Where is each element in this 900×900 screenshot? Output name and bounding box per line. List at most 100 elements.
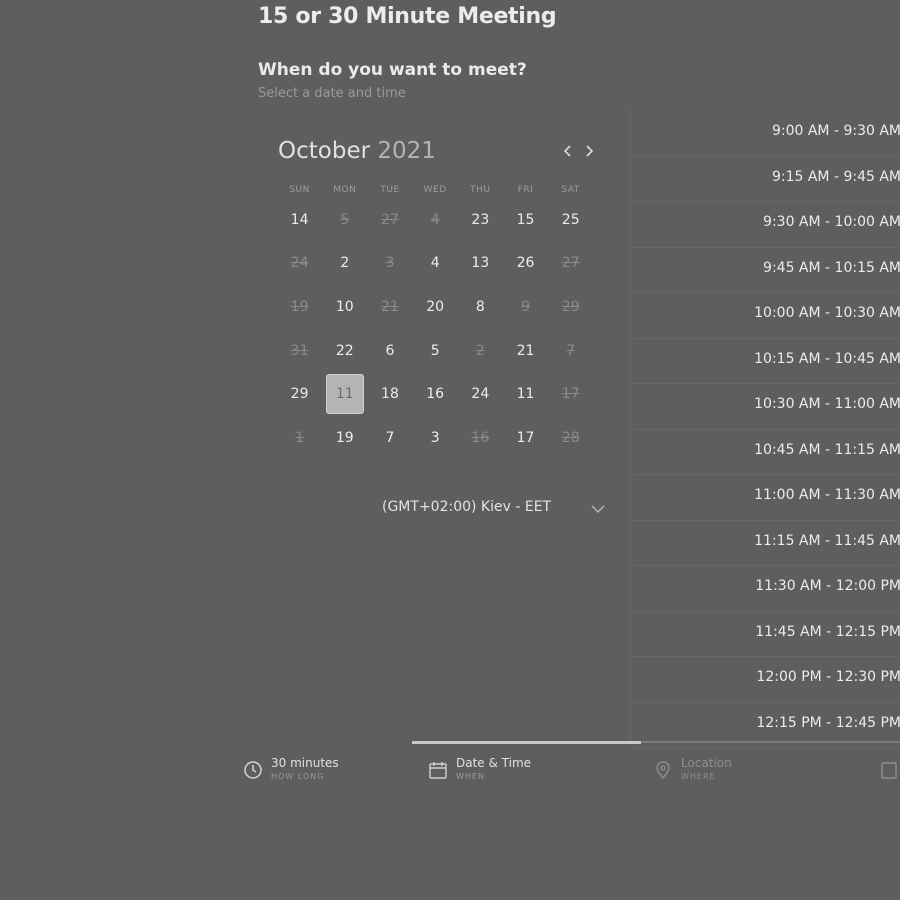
time-slot-label: 9:15 AM - 9:45 AM xyxy=(771,168,900,185)
calendar-day-number: 1 xyxy=(295,429,305,446)
time-slot[interactable]: 10:15 AM - 10:45 AM xyxy=(633,338,900,384)
prev-month-button[interactable] xyxy=(558,140,578,162)
time-slot[interactable]: 10:45 AM - 11:15 AM xyxy=(633,429,900,475)
calendar-day-number: 7 xyxy=(385,429,395,446)
calendar-day-number: 5 xyxy=(340,211,350,228)
calendar-day[interactable]: 18 xyxy=(367,372,412,416)
weekday-label: MON xyxy=(333,185,357,195)
weekday-label: WED xyxy=(423,185,447,195)
calendar-day: 1 xyxy=(277,416,322,460)
details-icon xyxy=(881,762,897,779)
calendar-day[interactable]: 24 xyxy=(458,372,503,416)
calendar-day[interactable]: 25 xyxy=(548,198,593,242)
time-slot-label: 9:30 AM - 10:00 AM xyxy=(763,214,900,230)
calendar-day[interactable]: 23 xyxy=(458,198,503,242)
calendar-day[interactable]: 14 xyxy=(277,198,322,242)
calendar-day[interactable]: 22 xyxy=(322,329,367,373)
calendar-day: 16 xyxy=(458,416,503,460)
calendar-day-number: 8 xyxy=(475,298,485,315)
chevron-down-icon xyxy=(591,505,605,513)
time-slot[interactable]: 10:30 AM - 11:00 AM xyxy=(633,383,900,430)
time-slot[interactable]: 9:30 AM - 10:00 AM xyxy=(633,201,900,248)
calendar-day[interactable]: 16 xyxy=(413,372,458,416)
calendar-day-number: 27 xyxy=(381,211,399,228)
time-slot-label: 10:30 AM - 11:00 AM xyxy=(754,396,900,412)
calendar-day: 24 xyxy=(277,242,322,286)
weekday-label: THU xyxy=(470,185,491,195)
chevron-left-icon xyxy=(563,145,571,157)
calendar-day: 29 xyxy=(548,285,593,329)
calendar-day-number: 2 xyxy=(340,255,350,272)
calendar-grid: 14 5 27 4 23 15 25 24 2 3 4 13 26 27 19 10 21 20 8 9 29 31 22 6… xyxy=(277,198,593,460)
time-slot[interactable]: 10:00 AM - 10:30 AM xyxy=(633,292,900,339)
helper-text: Select a date and time xyxy=(258,86,406,101)
calendar-day[interactable]: 17 xyxy=(503,416,548,460)
calendar-day: 21 xyxy=(367,285,412,329)
calendar-day-number: 3 xyxy=(385,255,395,272)
calendar-day[interactable]: 4 xyxy=(413,242,458,286)
calendar-day[interactable]: 2 xyxy=(322,242,367,286)
location-icon xyxy=(656,761,670,780)
calendar-day[interactable]: 8 xyxy=(458,285,503,329)
calendar-day-number: 11 xyxy=(516,386,535,403)
calendar-day-number: 26 xyxy=(516,255,535,272)
next-month-button[interactable] xyxy=(579,140,599,162)
time-slot[interactable]: 11:00 AM - 11:30 AM xyxy=(633,474,900,521)
calendar-day[interactable]: 10 xyxy=(322,285,367,329)
timezone-value: (GMT+02:00) Kiev - EET xyxy=(382,499,552,515)
calendar-day[interactable]: 5 xyxy=(413,329,458,373)
calendar-day-number: 4 xyxy=(430,255,440,272)
time-slot-label: 11:00 AM - 11:30 AM xyxy=(754,487,900,503)
calendar-day[interactable]: 7 xyxy=(367,416,412,460)
calendar-day[interactable]: 19 xyxy=(322,416,367,460)
page-title: 15 or 30 Minute Meeting xyxy=(258,4,557,29)
calendar-day-number: 9 xyxy=(521,298,530,315)
time-slot-label: 10:00 AM - 10:30 AM xyxy=(754,305,900,321)
step-sublabel: WHERE xyxy=(681,772,716,781)
calendar-day-number: 2 xyxy=(475,342,485,359)
calendar-day[interactable]: 3 xyxy=(413,416,458,460)
calendar-day[interactable]: 13 xyxy=(458,242,503,286)
calendar-day: 27 xyxy=(367,198,412,242)
calendar-day: 4 xyxy=(413,198,458,242)
calendar-day-number: 16 xyxy=(426,386,445,403)
time-slot[interactable]: 11:15 AM - 11:45 AM xyxy=(633,520,900,566)
progress-bar xyxy=(412,741,900,744)
step-label: Date & Time xyxy=(456,756,532,770)
step-how-long[interactable]: 30 minutes HOW LONG xyxy=(243,756,339,784)
calendar-day-number: 24 xyxy=(290,255,309,272)
time-slot-label: 10:15 AM - 10:45 AM xyxy=(754,350,900,367)
calendar-day-number: 27 xyxy=(561,255,580,272)
calendar-day[interactable]: 20 xyxy=(413,285,458,329)
calendar-day[interactable]: 29 xyxy=(277,372,322,416)
timezone-select[interactable]: (GMT+02:00) Kiev - EET xyxy=(382,496,608,520)
calendar-day-number: 29 xyxy=(290,386,309,403)
calendar-day-number: 17 xyxy=(516,429,535,446)
calendar-icon xyxy=(429,762,447,779)
time-slot[interactable]: 9:45 AM - 10:15 AM xyxy=(633,247,900,293)
time-slot[interactable]: 11:30 AM - 12:00 PM xyxy=(633,565,900,612)
calendar-day[interactable]: 11 xyxy=(503,372,548,416)
calendar-day-number: 5 xyxy=(430,342,440,359)
time-slot-list: 9:00 AM - 9:30 AM 9:15 AM - 9:45 AM 9:30 A… xyxy=(630,110,900,748)
time-slot[interactable]: 12:00 PM - 12:30 PM xyxy=(633,656,900,703)
calendar-day[interactable]: 6 xyxy=(367,329,412,373)
calendar-year: 2021 xyxy=(377,138,436,164)
calendar-day-number: 19 xyxy=(290,298,309,315)
step-when[interactable]: Date & Time WHEN xyxy=(428,756,531,784)
calendar-day[interactable]: 15 xyxy=(503,198,548,242)
calendar-day-number: 23 xyxy=(471,211,490,228)
calendar-day-selected[interactable]: 11 xyxy=(322,372,367,416)
time-slot-label: 9:00 AM - 9:30 AM xyxy=(771,123,900,139)
time-slot[interactable]: 11:45 AM - 12:15 PM xyxy=(633,611,900,657)
time-slot[interactable]: 9:00 AM - 9:30 AM xyxy=(633,110,900,157)
calendar-day[interactable]: 21 xyxy=(503,329,548,373)
calendar-day[interactable]: 26 xyxy=(503,242,548,286)
step-label: Location xyxy=(681,756,732,770)
calendar-day-number: 17 xyxy=(561,386,580,403)
time-slot-label: 10:45 AM - 11:15 AM xyxy=(754,441,900,458)
time-slot-label: 12:00 PM - 12:30 PM xyxy=(756,669,900,685)
step-where[interactable]: Location WHERE xyxy=(653,756,732,784)
time-slot[interactable]: 9:15 AM - 9:45 AM xyxy=(633,156,900,202)
calendar-day-number: 11 xyxy=(325,374,364,415)
